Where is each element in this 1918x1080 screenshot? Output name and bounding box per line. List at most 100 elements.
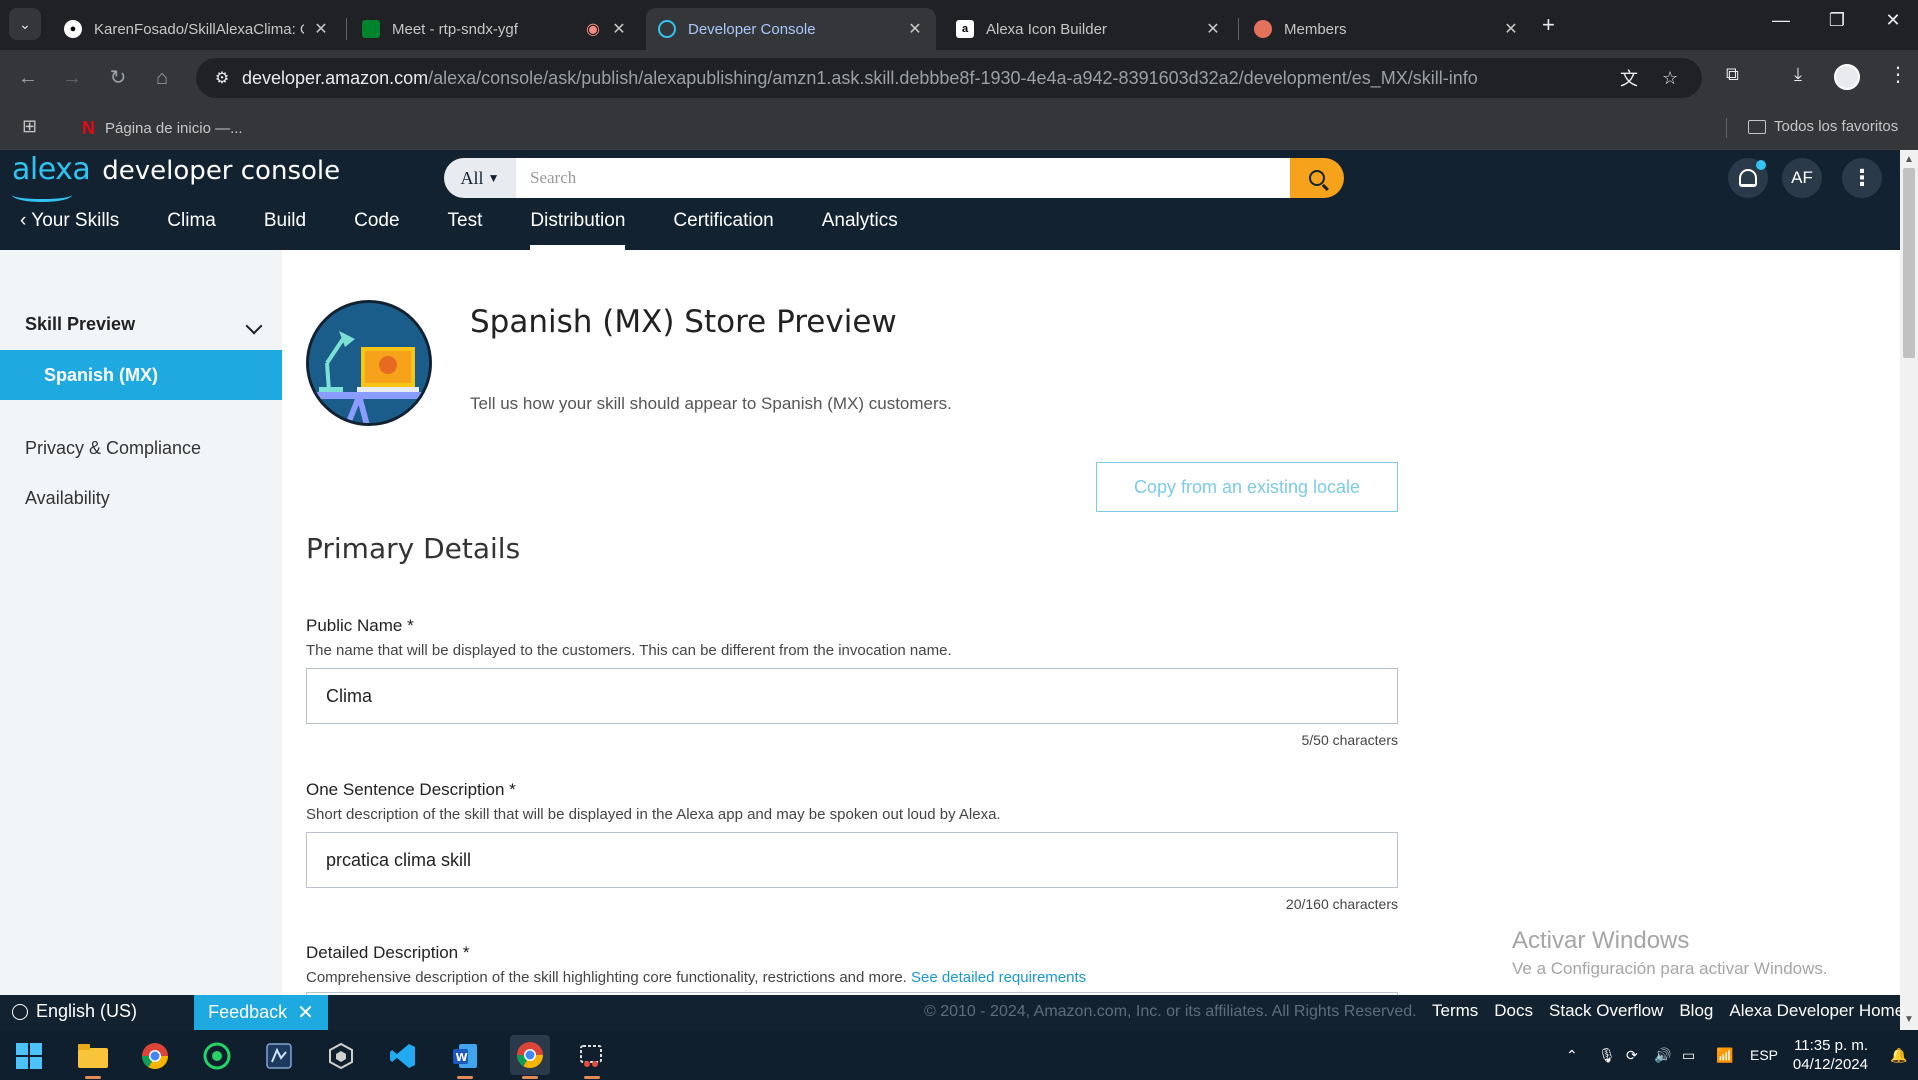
apps-grid-icon[interactable]: ⊞ — [22, 116, 37, 137]
url-text[interactable]: developer.amazon.com/alexa/console/ask/p… — [242, 68, 1478, 89]
wifi-icon[interactable]: 📶 — [1716, 1030, 1733, 1080]
footer-link-terms[interactable]: Terms — [1432, 1001, 1478, 1021]
footer-link-docs[interactable]: Docs — [1494, 1001, 1533, 1021]
tab-members[interactable]: Members ✕ — [1242, 8, 1532, 50]
home-icon[interactable]: ⌂ — [148, 64, 176, 92]
more-menu-button[interactable]: ⋮ — [1842, 158, 1882, 198]
tab-developer-console[interactable]: Developer Console ✕ — [646, 8, 936, 50]
public-name-input[interactable] — [306, 668, 1398, 724]
left-sidebar: Skill Preview Spanish (MX) Privacy & Com… — [0, 250, 282, 995]
tab-search-chevron-icon[interactable]: ⌄ — [9, 8, 41, 40]
close-icon[interactable]: ✕ — [1204, 19, 1222, 39]
site-info-icon[interactable]: ⚙ — [202, 68, 242, 88]
browser-menu-icon[interactable]: ⋮ — [1888, 62, 1908, 87]
detailed-requirements-link[interactable]: See detailed requirements — [911, 969, 1086, 986]
running-indicator — [522, 1076, 538, 1079]
microphone-icon[interactable]: 🎙 — [1598, 1030, 1616, 1080]
tab-github[interactable]: ● KarenFosado/SkillAlexaClima: C ✕ — [52, 8, 342, 50]
footer-link-blog[interactable]: Blog — [1679, 1001, 1713, 1021]
alexa-icon — [658, 20, 676, 38]
close-icon[interactable]: ✕ — [1502, 19, 1520, 39]
bookmark-star-icon[interactable]: ☆ — [1662, 58, 1678, 98]
console-main-nav: ‹ Your Skills Clima Build Code Test Dist… — [0, 206, 922, 250]
search-icon — [1309, 170, 1325, 186]
one-sentence-input[interactable] — [306, 832, 1398, 888]
sidebar-section-skill-preview[interactable]: Skill Preview — [25, 314, 135, 335]
word-icon[interactable]: W — [448, 1039, 482, 1073]
running-indicator — [85, 1076, 101, 1079]
public-name-label: Public Name * — [306, 616, 414, 635]
download-icon[interactable]: ⤓ — [1794, 64, 1802, 85]
close-icon[interactable]: ✕ — [906, 19, 924, 39]
volume-icon[interactable]: 🔊 — [1654, 1030, 1671, 1080]
globe-icon — [12, 1003, 28, 1020]
tab-alexa-icon-builder[interactable]: a Alexa Icon Builder ✕ — [944, 8, 1234, 50]
search-scope-dropdown[interactable]: All ▼ — [444, 158, 516, 198]
sidebar-item-spanish-mx[interactable]: Spanish (MX) — [0, 350, 282, 400]
nav-your-skills[interactable]: ‹ Your Skills — [0, 206, 143, 250]
nav-distribution[interactable]: Distribution — [506, 206, 649, 250]
translate-icon[interactable]: 文 — [1620, 58, 1638, 98]
running-indicator — [584, 1076, 600, 1079]
watermark-subtitle: Ve a Configuración para activar Windows. — [1512, 959, 1828, 978]
bookmark-netflix[interactable]: N Página de inicio —... — [82, 118, 243, 139]
nav-label: Build — [263, 210, 307, 231]
nav-code[interactable]: Code — [330, 206, 423, 250]
tab-meet[interactable]: Meet - rtp-sndx-ygf ◉ ✕ — [350, 8, 640, 50]
one-sentence-help: Short description of the skill that will… — [306, 806, 1001, 823]
chevron-down-icon[interactable] — [245, 317, 263, 335]
footer-links: Terms Docs Stack Overflow Blog Alexa Dev… — [1432, 1001, 1918, 1021]
page-title: Spanish (MX) Store Preview — [470, 304, 897, 340]
file-explorer-icon[interactable] — [76, 1039, 110, 1073]
back-icon[interactable]: ← — [14, 64, 42, 92]
new-tab-icon[interactable]: + — [1542, 12, 1555, 38]
close-window-icon[interactable]: ✕ — [1870, 10, 1916, 31]
chrome-profile-icon[interactable] — [510, 1035, 550, 1075]
forward-icon[interactable]: → — [58, 64, 86, 92]
url-path: /alexa/console/ask/publish/alexapublishi… — [428, 67, 1478, 88]
restore-icon[interactable]: ❐ — [1814, 10, 1860, 31]
vscode-icon[interactable] — [386, 1039, 420, 1073]
user-avatar[interactable]: AF — [1782, 158, 1822, 198]
database-tool-icon[interactable] — [262, 1039, 296, 1073]
close-icon[interactable]: ✕ — [312, 19, 330, 39]
footer-link-stack-overflow[interactable]: Stack Overflow — [1549, 1001, 1663, 1021]
close-icon[interactable]: ✕ — [610, 19, 628, 39]
omnibox[interactable]: ⚙ developer.amazon.com/alexa/console/ask… — [196, 58, 1702, 98]
input-language[interactable]: ESP — [1750, 1030, 1778, 1080]
nav-analytics[interactable]: Analytics — [798, 206, 922, 250]
minimize-icon[interactable]: — — [1758, 10, 1804, 31]
tray-chevron-icon[interactable]: ⌃ — [1566, 1030, 1578, 1080]
chrome-icon[interactable] — [138, 1039, 172, 1073]
copy-locale-button[interactable]: Copy from an existing locale — [1096, 462, 1398, 512]
whatsapp-icon[interactable] — [200, 1039, 234, 1073]
feedback-button[interactable]: Feedback ✕ — [194, 995, 328, 1030]
footer-link-developer-home[interactable]: Alexa Developer Home — [1729, 1001, 1904, 1021]
sync-icon[interactable]: ⟳ — [1626, 1030, 1638, 1080]
system-clock[interactable]: 11:35 p. m. 04/12/2024 — [1780, 1036, 1868, 1074]
nav-clima[interactable]: Clima — [143, 206, 240, 250]
windows-start-icon[interactable] — [12, 1039, 46, 1073]
search-button[interactable] — [1290, 158, 1344, 198]
search-input[interactable] — [516, 158, 1290, 198]
scrollbar-thumb[interactable] — [1903, 168, 1915, 358]
cube-app-icon[interactable] — [324, 1039, 358, 1073]
extensions-icon[interactable]: ⧉ — [1726, 64, 1739, 85]
alexa-logo[interactable]: alexa developer console — [12, 152, 340, 187]
nav-label: Your Skills — [31, 210, 120, 231]
reload-icon[interactable]: ↻ — [104, 64, 132, 92]
profile-avatar[interactable] — [1834, 64, 1860, 90]
all-bookmarks[interactable]: Todos los favoritos — [1748, 118, 1898, 135]
notification-center-icon[interactable]: 🔔 — [1890, 1030, 1907, 1080]
battery-icon[interactable]: ▭ — [1682, 1030, 1695, 1080]
nav-build[interactable]: Build — [240, 206, 330, 250]
sidebar-item-privacy[interactable]: Privacy & Compliance — [25, 438, 201, 459]
language-selector[interactable]: English (US) — [12, 1001, 137, 1022]
sidebar-item-availability[interactable]: Availability — [25, 488, 110, 509]
snipping-tool-icon[interactable] — [574, 1039, 608, 1073]
close-icon[interactable]: ✕ — [297, 1000, 314, 1025]
nav-certification[interactable]: Certification — [649, 206, 797, 250]
clock-time: 11:35 p. m. — [1794, 1037, 1868, 1054]
scroll-up-icon[interactable]: ▲ — [1904, 154, 1914, 165]
nav-test[interactable]: Test — [424, 206, 507, 250]
